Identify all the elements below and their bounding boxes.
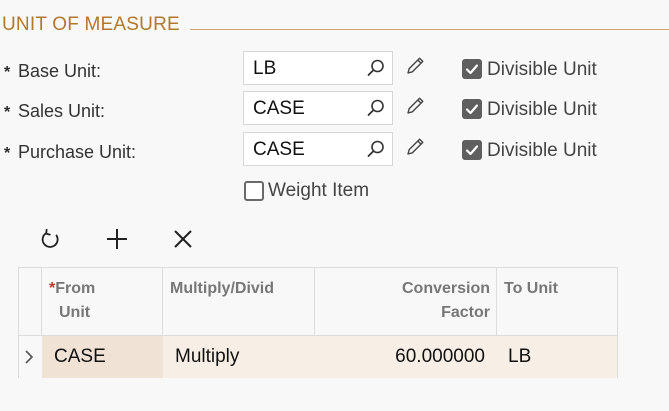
column-header-conversion-factor[interactable]: Conversion Factor [315,268,497,336]
checkmark-icon [465,104,479,115]
weight-item-label: Weight Item [268,180,370,201]
table-row[interactable]: CASE Multiply 60.000000 LB [19,336,617,378]
row-selector-header [19,268,42,336]
sales-unit-divisible-label: Divisible Unit [487,99,597,120]
purchase-unit-divisible-label: Divisible Unit [487,140,597,161]
chevron-right-icon [25,350,34,364]
sales-unit-label: Sales Unit: [18,101,106,121]
sales-unit-value[interactable]: CASE [253,98,305,120]
from-unit-header-line2: Unit [59,304,91,321]
base-unit-value[interactable]: LB [253,58,276,80]
search-icon[interactable] [366,98,386,118]
cell-to-unit[interactable]: LB [497,336,617,378]
base-unit-field[interactable]: LB [243,51,393,85]
purchase-unit-field[interactable]: CASE [243,132,393,166]
column-header-multiply-divide[interactable]: Multiply/Divid [163,268,315,336]
sales-unit-divisible-checkbox[interactable] [462,99,482,119]
required-marker: * [4,145,11,162]
conversion-factor-header-line2: Factor [441,304,490,321]
purchase-unit-label: Purchase Unit: [18,142,137,162]
weight-item-checkbox[interactable] [244,181,264,201]
checkmark-icon [465,64,479,75]
to-unit-header-text: To Unit [504,280,558,297]
purchase-unit-value[interactable]: CASE [253,139,305,161]
required-marker: * [4,64,11,81]
edit-pencil-icon[interactable] [404,136,426,158]
cell-multiply-divide[interactable]: Multiply [163,336,315,378]
conversion-factor-header-line1: Conversion [401,280,490,297]
row-selector[interactable] [19,336,42,378]
base-unit-divisible-checkbox[interactable] [462,59,482,79]
sales-unit-field[interactable]: CASE [243,91,393,125]
edit-pencil-icon[interactable] [404,55,426,77]
sales-unit-row: * Sales Unit: CASE Divisible Unit [0,91,669,136]
cell-conversion-factor[interactable]: 60.000000 [315,336,497,378]
base-unit-divisible-label: Divisible Unit [487,59,597,80]
search-icon[interactable] [366,58,386,78]
checkmark-icon [465,145,479,156]
from-unit-header-line1: From [55,280,96,297]
edit-pencil-icon[interactable] [404,95,426,117]
refresh-icon[interactable] [38,226,64,252]
purchase-unit-row: * Purchase Unit: CASE Divisible Unit [0,132,669,177]
column-header-to-unit[interactable]: To Unit [497,268,618,336]
multiply-divide-header-text: Multiply/Divid [170,280,274,297]
add-icon[interactable] [104,226,130,252]
column-header-from-unit[interactable]: *From Unit [42,268,163,336]
delete-icon[interactable] [170,226,196,252]
base-unit-label: Base Unit: [18,61,102,81]
unit-conversion-grid: *From Unit Multiply/Divid Conversion Fac… [18,267,618,378]
cell-from-unit[interactable]: CASE [42,336,163,378]
section-divider [190,29,669,30]
search-icon[interactable] [366,139,386,159]
required-marker: * [4,104,11,121]
purchase-unit-divisible-checkbox[interactable] [462,140,482,160]
section-title: UNIT OF MEASURE [2,14,180,35]
